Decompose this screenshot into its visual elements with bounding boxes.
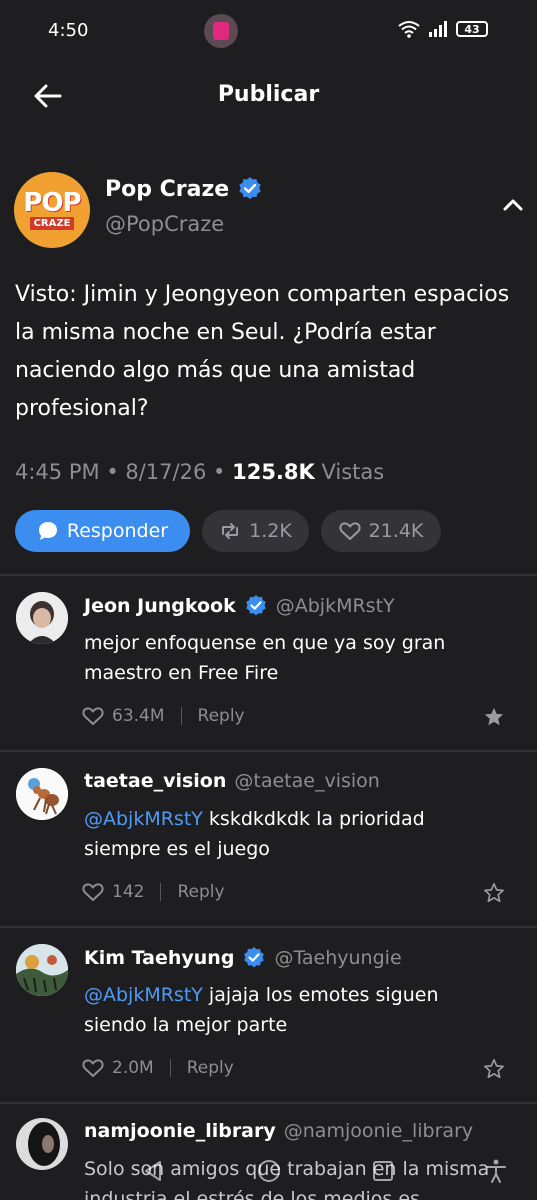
app-notification-icon bbox=[204, 14, 238, 48]
post-meta: 4:45 PM • 8/17/26 • 125.8K Vistas bbox=[15, 460, 385, 484]
comment-author-handle[interactable]: @namjoonie_library bbox=[284, 1120, 473, 1142]
comment-footer: 142 Reply bbox=[82, 882, 225, 902]
comment-author-handle[interactable]: @Taehyungie bbox=[274, 947, 401, 969]
top-bar: Publicar bbox=[0, 66, 537, 128]
author-handle[interactable]: @PopCraze bbox=[105, 212, 224, 236]
comment-body: mejor enfoquense en que ya soy gran maes… bbox=[84, 632, 446, 684]
comment-item[interactable]: Jeon Jungkook @AbjkMRstY mejor enfoquens… bbox=[0, 576, 537, 750]
avatar[interactable] bbox=[16, 768, 68, 820]
separator bbox=[180, 707, 182, 725]
post-author: POP CRAZE Pop Craze @PopCraze bbox=[14, 168, 524, 248]
comment-reply-link[interactable]: Reply bbox=[198, 706, 245, 726]
nav-home-icon[interactable] bbox=[256, 1158, 282, 1184]
wifi-icon bbox=[398, 21, 420, 38]
reply-button[interactable]: Responder bbox=[15, 510, 190, 552]
comment-author-name[interactable]: namjoonie_library bbox=[84, 1120, 276, 1142]
comment-like-count: 142 bbox=[112, 882, 145, 902]
comment-like-count: 63.4M bbox=[112, 706, 165, 726]
comment-header: namjoonie_library @namjoonie_library bbox=[84, 1120, 473, 1142]
like-button[interactable]: 21.4K bbox=[321, 510, 441, 552]
heart-icon[interactable] bbox=[82, 1058, 104, 1078]
nav-recents-icon[interactable] bbox=[370, 1158, 396, 1184]
like-count: 21.4K bbox=[368, 520, 424, 542]
cartoon-ant-image bbox=[16, 768, 68, 820]
comment-header: Jeon Jungkook @AbjkMRstY bbox=[84, 594, 395, 618]
comment-footer: 63.4M Reply bbox=[82, 706, 245, 726]
person-photo bbox=[16, 592, 68, 644]
heart-icon[interactable] bbox=[82, 706, 104, 726]
separator bbox=[160, 883, 162, 901]
comment-reply-link[interactable]: Reply bbox=[177, 882, 224, 902]
nav-back-icon[interactable] bbox=[140, 1158, 166, 1184]
star-outline-icon[interactable] bbox=[483, 1058, 505, 1080]
retweet-button[interactable]: 1.2K bbox=[202, 510, 309, 552]
avatar[interactable] bbox=[16, 592, 68, 644]
system-navigation-bar bbox=[0, 1142, 537, 1200]
heart-icon[interactable] bbox=[82, 882, 104, 902]
comment-footer: 2.0M Reply bbox=[82, 1058, 234, 1078]
status-time: 4:50 bbox=[48, 20, 89, 41]
comment-header: Kim Taehyung @Taehyungie bbox=[84, 946, 402, 970]
status-bar: 4:50 43 bbox=[0, 0, 537, 62]
post-text: Visto: Jimin y Jeongyeon comparten espac… bbox=[15, 282, 510, 421]
comment-author-handle[interactable]: @AbjkMRstY bbox=[276, 595, 395, 617]
artwork-photo bbox=[16, 944, 68, 996]
heart-icon bbox=[339, 522, 361, 540]
post-actions: Responder 1.2K 21.4K bbox=[15, 510, 441, 552]
comment-mention[interactable]: @AbjkMRstY bbox=[84, 808, 203, 830]
post-views-label: Vistas bbox=[321, 460, 385, 484]
status-icons: 43 bbox=[398, 20, 488, 38]
retweet-icon bbox=[222, 523, 239, 539]
comment-mention[interactable]: @AbjkMRstY bbox=[84, 984, 203, 1006]
chevron-up-icon[interactable] bbox=[502, 196, 524, 212]
comment-author-name[interactable]: Jeon Jungkook bbox=[84, 595, 236, 617]
logo-bottom-text: CRAZE bbox=[29, 217, 75, 230]
comment-item[interactable]: taetae_vision @taetae_vision @AbjkMRstY … bbox=[0, 752, 537, 926]
comment-text: @AbjkMRstY jajaja los emotes siguen sien… bbox=[84, 980, 504, 1040]
page-title: Publicar bbox=[217, 82, 320, 107]
comment-text: mejor enfoquense en que ya soy gran maes… bbox=[84, 628, 504, 688]
comment-text: @AbjkMRstY kskdkdkdk la prioridad siempr… bbox=[84, 804, 504, 864]
star-filled-icon[interactable] bbox=[483, 706, 505, 728]
comment-author-name[interactable]: taetae_vision bbox=[84, 770, 226, 792]
battery-indicator: 43 bbox=[456, 21, 488, 37]
comment-author-handle[interactable]: @taetae_vision bbox=[234, 770, 379, 792]
post-views-count: 125.8K bbox=[232, 460, 315, 484]
comment-header: taetae_vision @taetae_vision bbox=[84, 770, 380, 792]
retweet-count: 1.2K bbox=[249, 520, 292, 542]
comment-item[interactable]: Kim Taehyung @Taehyungie @AbjkMRstY jaja… bbox=[0, 928, 537, 1102]
verified-badge-icon bbox=[244, 947, 265, 968]
pop-craze-avatar[interactable]: POP CRAZE bbox=[14, 172, 90, 248]
separator bbox=[169, 1059, 171, 1077]
logo-top-text: POP bbox=[23, 188, 81, 218]
post-date: 8/17/26 bbox=[125, 460, 207, 484]
post-time: 4:45 PM bbox=[15, 460, 100, 484]
avatar[interactable] bbox=[16, 944, 68, 996]
signal-icon bbox=[429, 21, 447, 37]
author-name[interactable]: Pop Craze bbox=[105, 176, 263, 202]
accessibility-icon[interactable] bbox=[484, 1158, 508, 1184]
verified-badge-icon bbox=[239, 177, 261, 200]
reply-button-label: Responder bbox=[66, 520, 169, 542]
verified-badge-icon bbox=[245, 595, 266, 616]
author-name-text: Pop Craze bbox=[105, 176, 230, 202]
comment-reply-link[interactable]: Reply bbox=[187, 1058, 234, 1078]
star-outline-icon[interactable] bbox=[483, 882, 505, 904]
comment-like-count: 2.0M bbox=[112, 1058, 154, 1078]
comment-author-name[interactable]: Kim Taehyung bbox=[84, 947, 234, 969]
speech-bubble-icon bbox=[38, 522, 57, 540]
